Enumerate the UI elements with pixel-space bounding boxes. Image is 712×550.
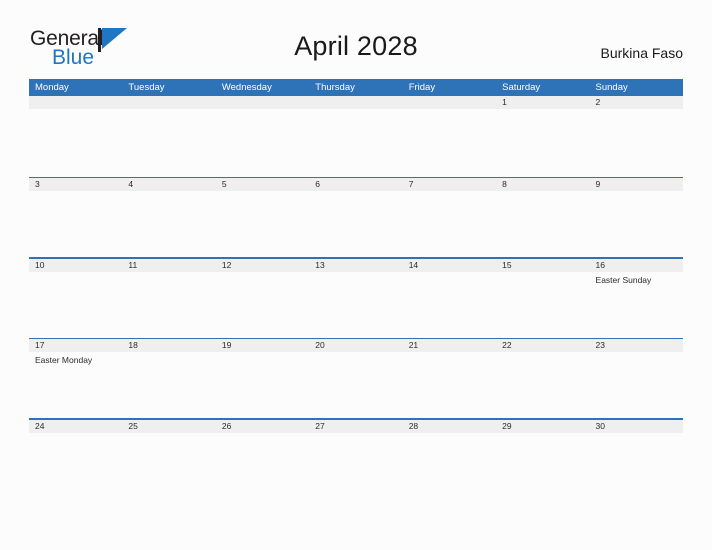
weekday-header-row: Monday Tuesday Wednesday Thursday Friday… — [29, 79, 683, 96]
event-cell[interactable] — [216, 191, 309, 257]
day-cell[interactable]: 28 — [403, 420, 496, 433]
event-cell[interactable] — [403, 433, 496, 499]
day-cell[interactable]: 14 — [403, 259, 496, 272]
event-cell[interactable] — [496, 109, 589, 175]
event-text: Easter Monday — [35, 355, 93, 365]
event-band — [29, 191, 683, 257]
day-cell[interactable]: 25 — [122, 420, 215, 433]
day-cell[interactable]: 5 — [216, 178, 309, 191]
event-cell[interactable] — [122, 191, 215, 257]
event-cell[interactable] — [122, 109, 215, 175]
week-row: 10 11 12 13 14 15 16 Easter Sunday — [29, 257, 683, 338]
event-cell[interactable] — [496, 272, 589, 338]
event-cell[interactable] — [496, 191, 589, 257]
event-cell[interactable] — [29, 433, 122, 499]
event-cell[interactable] — [309, 433, 402, 499]
day-cell[interactable]: 13 — [309, 259, 402, 272]
page-header: General Blue April 2028 Burkina Faso — [0, 0, 712, 78]
weekday-monday: Monday — [35, 82, 69, 93]
event-cell[interactable] — [403, 352, 496, 418]
event-cell[interactable] — [309, 109, 402, 175]
day-cell[interactable]: 15 — [496, 259, 589, 272]
event-cell[interactable] — [309, 272, 402, 338]
event-cell[interactable] — [496, 433, 589, 499]
day-cell[interactable]: 26 — [216, 420, 309, 433]
event-cell[interactable] — [403, 109, 496, 175]
day-cell[interactable]: 12 — [216, 259, 309, 272]
event-cell[interactable] — [29, 272, 122, 338]
week-row: 24 25 26 27 28 29 30 — [29, 418, 683, 499]
event-cell-easter-monday[interactable]: Easter Monday — [29, 352, 122, 418]
calendar-grid: Monday Tuesday Wednesday Thursday Friday… — [29, 79, 683, 499]
event-cell[interactable] — [590, 352, 683, 418]
day-cell[interactable]: 8 — [496, 178, 589, 191]
day-cell[interactable]: 21 — [403, 339, 496, 352]
week-row: 3 4 5 6 7 8 9 — [29, 176, 683, 258]
day-cell[interactable]: 1 — [496, 96, 589, 109]
weekday-wednesday: Wednesday — [221, 82, 272, 93]
weekday-tuesday: Tuesday — [128, 82, 165, 93]
event-cell[interactable] — [216, 433, 309, 499]
event-cell-easter-sunday[interactable]: Easter Sunday — [590, 272, 683, 338]
day-cell[interactable]: 10 — [29, 259, 122, 272]
event-cell[interactable] — [216, 272, 309, 338]
event-cell[interactable] — [309, 352, 402, 418]
day-number-band: 17 18 19 20 21 22 23 — [29, 339, 683, 352]
event-band — [29, 433, 683, 499]
event-cell[interactable] — [216, 109, 309, 175]
event-cell[interactable] — [29, 191, 122, 257]
event-cell[interactable] — [590, 433, 683, 499]
day-cell[interactable]: 11 — [122, 259, 215, 272]
day-cell[interactable]: 20 — [309, 339, 402, 352]
weekday-sunday: Sunday — [595, 82, 628, 93]
weekday-saturday: Saturday — [502, 82, 541, 93]
day-number-band: 24 25 26 27 28 29 30 — [29, 419, 683, 433]
event-cell[interactable] — [590, 191, 683, 257]
day-cell[interactable] — [309, 96, 402, 109]
event-band: Easter Sunday — [29, 272, 683, 338]
day-cell[interactable] — [29, 96, 122, 109]
event-cell[interactable] — [590, 109, 683, 175]
day-cell[interactable]: 4 — [122, 178, 215, 191]
day-cell[interactable] — [216, 96, 309, 109]
day-cell[interactable]: 29 — [496, 420, 589, 433]
day-cell[interactable]: 2 — [590, 96, 683, 109]
day-cell[interactable]: 19 — [216, 339, 309, 352]
day-number-band: 1 2 — [29, 96, 683, 109]
day-cell[interactable] — [122, 96, 215, 109]
day-cell[interactable]: 6 — [309, 178, 402, 191]
event-cell[interactable] — [496, 352, 589, 418]
day-cell[interactable]: 30 — [590, 420, 683, 433]
day-cell[interactable]: 9 — [590, 178, 683, 191]
event-band: Easter Monday — [29, 352, 683, 418]
day-number-band: 3 4 5 6 7 8 9 — [29, 178, 683, 191]
day-cell[interactable]: 7 — [403, 178, 496, 191]
day-number-band: 10 11 12 13 14 15 16 — [29, 258, 683, 272]
event-cell[interactable] — [122, 352, 215, 418]
day-cell[interactable] — [403, 96, 496, 109]
event-cell[interactable] — [403, 272, 496, 338]
event-text: Easter Sunday — [595, 274, 652, 285]
week-row: 17 18 19 20 21 22 23 Easter Monday — [29, 337, 683, 419]
day-cell[interactable]: 22 — [496, 339, 589, 352]
event-band — [29, 109, 683, 175]
day-cell[interactable]: 17 — [29, 339, 122, 352]
event-cell[interactable] — [29, 109, 122, 175]
event-cell[interactable] — [122, 433, 215, 499]
event-cell[interactable] — [403, 191, 496, 257]
event-cell[interactable] — [122, 272, 215, 338]
day-cell[interactable]: 27 — [309, 420, 402, 433]
event-cell[interactable] — [309, 191, 402, 257]
country-label: Burkina Faso — [600, 45, 683, 61]
day-cell[interactable]: 23 — [590, 339, 683, 352]
day-cell[interactable]: 3 — [29, 178, 122, 191]
week-row: 1 2 — [29, 96, 683, 177]
weekday-thursday: Thursday — [315, 82, 355, 93]
day-cell[interactable]: 24 — [29, 420, 122, 433]
event-cell[interactable] — [216, 352, 309, 418]
weekday-friday: Friday — [408, 82, 436, 93]
day-cell[interactable]: 16 — [590, 259, 683, 272]
day-cell[interactable]: 18 — [122, 339, 215, 352]
